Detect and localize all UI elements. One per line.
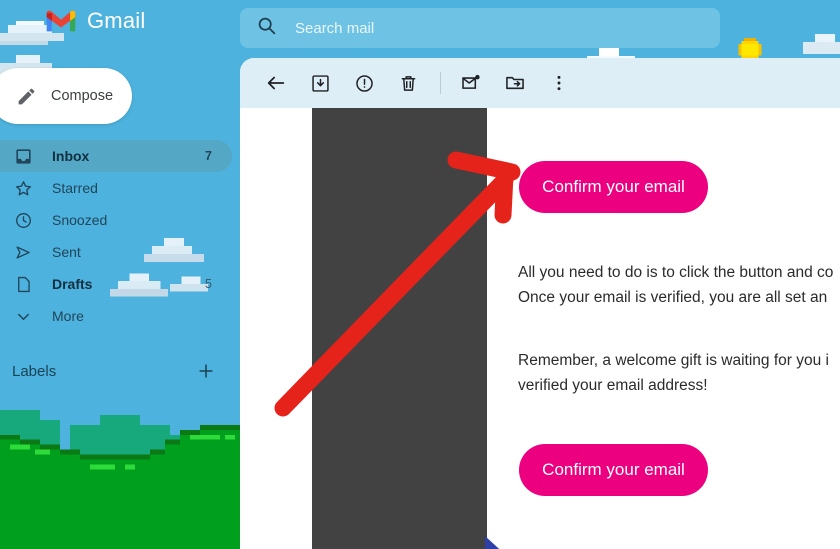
email-content: Confirm your email All you need to do is… — [240, 108, 840, 549]
sidebar-nav-list: Inbox 7 Starred Snoozed Sent Drafts 5 Mo… — [0, 140, 232, 332]
sidebar-item-inbox[interactable]: Inbox 7 — [0, 140, 232, 172]
confirm-email-button-label: Confirm your email — [542, 460, 685, 479]
exclamation-circle-icon — [355, 74, 373, 92]
sidebar-item-count: 5 — [205, 277, 212, 291]
labels-title: Labels — [12, 362, 57, 380]
pencil-icon — [18, 88, 35, 104]
gmail-m-logo-icon — [46, 10, 76, 32]
email-paragraph-2-line-2: verified your email address! — [518, 377, 708, 394]
envelope-unread-icon — [462, 74, 480, 89]
email-paragraph-1-line-2: Once your email is verified, you are all… — [518, 289, 828, 306]
star-icon — [13, 178, 33, 198]
sidebar-item-more[interactable]: More — [0, 300, 232, 332]
pixel-hills-decoration — [0, 409, 240, 549]
arrow-left-icon — [267, 76, 285, 90]
back-button[interactable] — [256, 63, 296, 103]
archive-icon — [311, 74, 329, 92]
email-blue-shape — [485, 536, 509, 549]
search-bar[interactable]: Search mail — [240, 8, 720, 48]
search-icon — [256, 15, 277, 41]
gmail-brand-text: Gmail — [87, 8, 146, 33]
sidebar-item-starred[interactable]: Starred — [0, 172, 232, 204]
gmail-brand[interactable]: Gmail — [44, 8, 145, 34]
confirm-email-button-label: Confirm your email — [542, 177, 685, 196]
email-dark-image-panel — [312, 108, 487, 549]
sidebar-item-count: 7 — [205, 149, 212, 163]
confirm-email-button-secondary[interactable]: Confirm your email — [519, 444, 708, 496]
sidebar-item-label: Snoozed — [52, 212, 108, 228]
more-options-button[interactable] — [539, 63, 579, 103]
labels-section-header: Labels — [0, 355, 240, 387]
confirm-email-button-primary[interactable]: Confirm your email — [519, 161, 708, 213]
sidebar-item-label: Drafts — [52, 276, 93, 292]
search-placeholder-text: Search mail — [295, 19, 375, 37]
move-to-button[interactable] — [495, 63, 535, 103]
sidebar-item-label: More — [52, 308, 84, 324]
mail-toolbar — [240, 58, 840, 108]
sidebar-item-label: Starred — [52, 180, 98, 196]
email-paragraph-1: All you need to do is to click the butto… — [518, 260, 840, 310]
sidebar: Gmail Compose Inbox 7 Starred Snoozed Se… — [0, 0, 240, 549]
sidebar-item-label: Sent — [52, 244, 81, 260]
chevron-down-icon — [13, 306, 33, 326]
email-paragraph-2-line-1: Remember, a welcome gift is waiting for … — [518, 352, 829, 369]
send-icon — [13, 242, 33, 262]
compose-button[interactable]: Compose — [0, 68, 132, 124]
trash-icon — [401, 75, 415, 91]
archive-button[interactable] — [300, 63, 340, 103]
more-vertical-icon — [557, 75, 561, 91]
report-spam-button[interactable] — [344, 63, 384, 103]
mail-reading-panel: Confirm your email All you need to do is… — [240, 58, 840, 549]
email-paragraph-1-line-1: All you need to do is to click the butto… — [518, 264, 834, 281]
clock-icon — [13, 210, 33, 230]
sidebar-item-sent[interactable]: Sent — [0, 236, 232, 268]
sidebar-item-drafts[interactable]: Drafts 5 — [0, 268, 232, 300]
toolbar-divider — [440, 72, 441, 94]
plus-icon[interactable] — [196, 361, 216, 381]
inbox-icon — [13, 146, 33, 166]
folder-move-icon — [506, 76, 524, 90]
main-area: Search mail Confirm your email All you n… — [240, 0, 840, 549]
compose-label: Compose — [51, 88, 114, 104]
mark-unread-button[interactable] — [451, 63, 491, 103]
delete-button[interactable] — [388, 63, 428, 103]
sidebar-item-snoozed[interactable]: Snoozed — [0, 204, 232, 236]
sidebar-item-label: Inbox — [52, 148, 90, 164]
email-paragraph-2: Remember, a welcome gift is waiting for … — [518, 348, 840, 398]
document-icon — [13, 274, 33, 294]
